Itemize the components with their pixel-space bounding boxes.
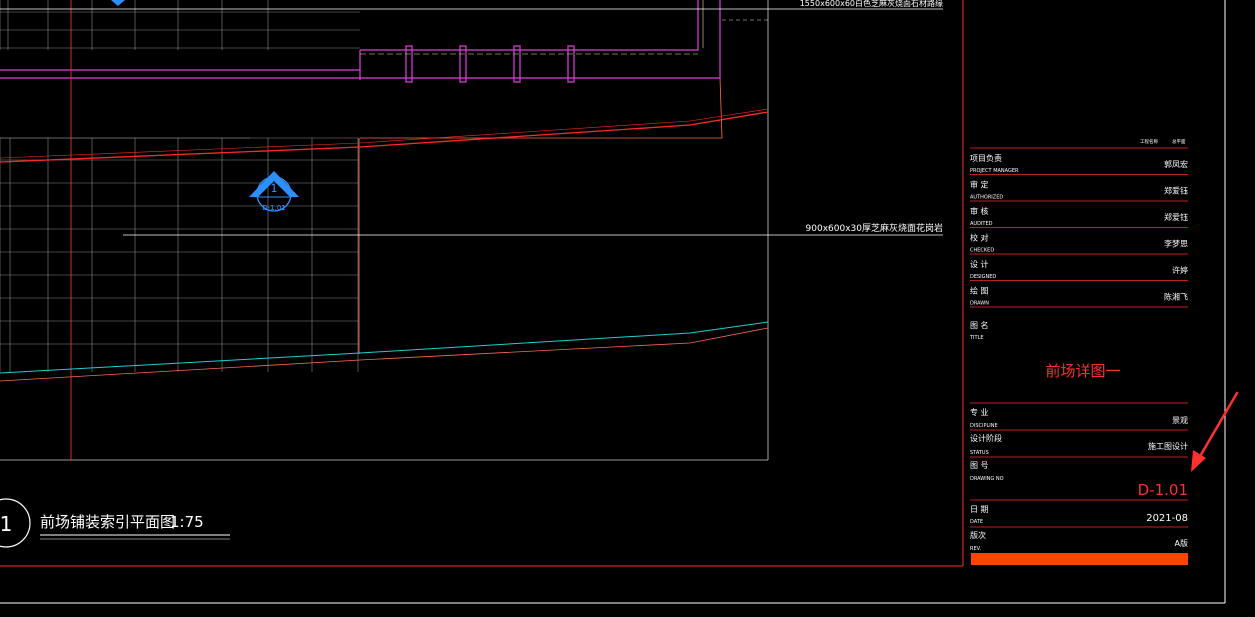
title-block: 工程名称 总平面 项目负责 PROJECT MANAGER 郭凤宏审 定 AUTHOR… (969, 138, 1188, 565)
tb-title-cn: 图 名 (970, 320, 989, 330)
tb-row-value: 陈湘飞 (1164, 292, 1188, 302)
tb-drawingno-value: D-1.01 (1138, 481, 1188, 499)
tb-drawingno-en: DRAWING NO (970, 476, 1004, 482)
tb-title-value: 前场详图一 (1045, 362, 1120, 380)
tb-row-value: 许婷 (1172, 265, 1188, 275)
tb-drawingno-cn: 图 号 (970, 461, 989, 470)
index-symbol-number: 1 (271, 182, 278, 195)
tb-bottom-bar (971, 553, 1188, 565)
tb-status-en: STATUS (970, 450, 989, 456)
paving-note-text: 900x600x30厚芝麻灰烧面花岗岩 (806, 222, 943, 234)
road-edge-cyan (0, 321, 769, 382)
tb-date-value: 2021-08 (1146, 513, 1188, 524)
tb-row-value: 郑爱钰 (1164, 186, 1188, 196)
main-paving-grid (0, 137, 360, 372)
tb-status-cn: 设计阶段 (970, 433, 1002, 443)
title-block-header-left: 工程名称 (1140, 138, 1158, 145)
tb-row-value: 郭凤宏 (1164, 159, 1188, 169)
tb-status-value: 施工图设计 (1148, 441, 1188, 451)
tb-row-label-en: DESIGNED (970, 274, 996, 280)
paving-note-leader: 900x600x30厚芝麻灰烧面花岗岩 (123, 222, 943, 236)
tb-row-label: 校 对 (970, 233, 989, 243)
drawing-frame (0, 0, 964, 567)
paving-boundary (360, 77, 723, 139)
tb-date-en: DATE (970, 519, 983, 525)
title-block-rows: 项目负责PROJECT MANAGER郭凤宏审 定AUTHORIZED郑爱钰审 … (970, 153, 1188, 308)
viewport-border (0, 0, 769, 461)
top-index-marker[interactable] (111, 0, 125, 6)
curb-inner-lines (360, 0, 768, 55)
tb-row-label-en: AUDITED (970, 221, 993, 227)
tb-row-label: 审 定 (970, 180, 989, 190)
plan-title-scale: 1:75 (170, 513, 204, 531)
cad-drawing-canvas[interactable]: 1550x600x60白色芝麻灰烧面石材路缘 900x600x30厚芝麻灰烧面花… (0, 0, 1255, 617)
tb-rev-cn: 版次 (970, 530, 986, 540)
title-block-header-right: 总平面 (1172, 138, 1186, 145)
tb-row-value: 郑爱钰 (1164, 212, 1188, 222)
tb-date-cn: 日 期 (970, 505, 989, 514)
tb-row-value: 李梦思 (1164, 239, 1188, 249)
index-symbol-sheet: D-1.01 (262, 204, 286, 212)
tb-rev-en: REV. (970, 546, 981, 552)
tb-row-label-en: DRAWN (970, 301, 989, 307)
tb-row-label: 设 计 (970, 259, 989, 269)
tb-title-en: TITLE (969, 335, 984, 341)
tb-row-label-en: PROJECT MANAGER (970, 168, 1019, 174)
tb-row-label: 审 核 (970, 206, 989, 216)
plan-title: 1 前场铺装索引平面图 1:75 (0, 498, 230, 548)
top-paving-grid (0, 0, 360, 50)
tb-row-label-en: AUTHORIZED (970, 195, 1003, 201)
tb-row-label-en: CHECKED (970, 248, 994, 254)
top-note-leader: 1550x600x60白色芝麻灰烧面石材路缘 (0, 0, 943, 10)
road-edge-red (0, 108, 769, 163)
tb-discipline-en: DISCIPLINE (970, 423, 998, 429)
tb-discipline-cn: 专 业 (970, 407, 989, 417)
tb-discipline-value: 景观 (1172, 416, 1188, 425)
plan-title-number: 1 (0, 512, 12, 536)
tb-row-label: 绘 图 (970, 286, 989, 296)
tb-rev-value: A版 (1175, 538, 1188, 548)
tb-row-label: 项目负责 (970, 153, 1002, 163)
annotation-arrow (1191, 391, 1239, 472)
plan-title-name: 前场铺装索引平面图 (40, 513, 175, 531)
top-note-text: 1550x600x60白色芝麻灰烧面石材路缘 (800, 0, 943, 8)
